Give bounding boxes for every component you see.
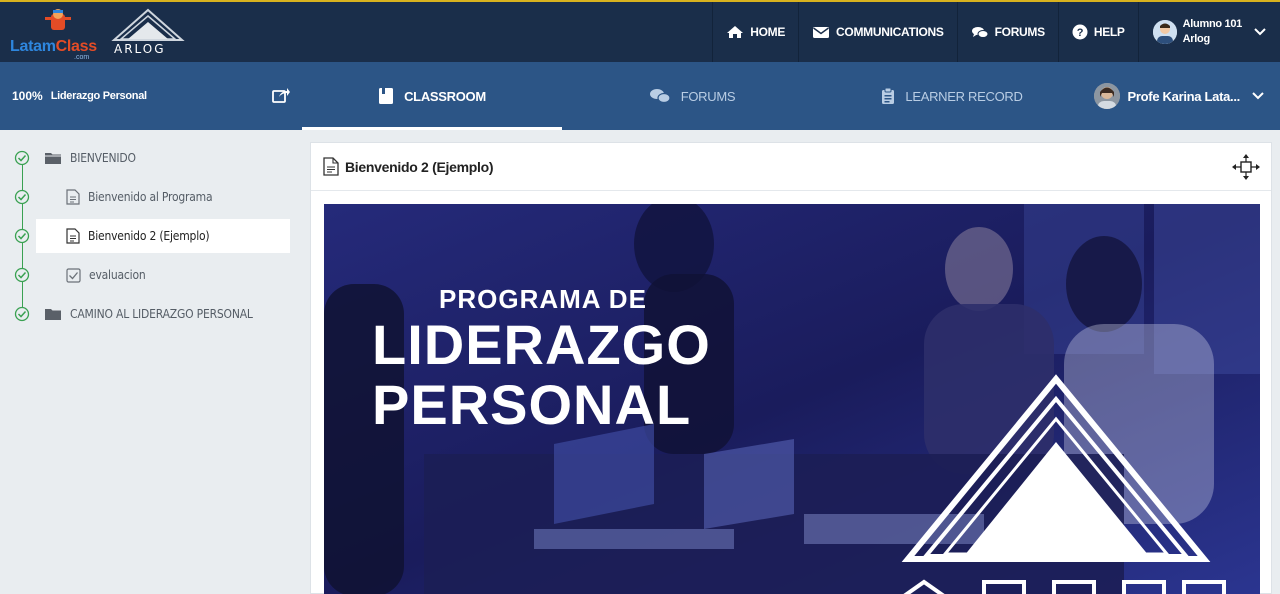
user-name: Alumno 101 xyxy=(1182,18,1243,30)
content-title: Bienvenido 2 (Ejemplo) xyxy=(345,158,494,175)
tab-classroom-label: CLASSROOM xyxy=(404,88,486,104)
chat-bubbles-icon xyxy=(971,26,989,38)
outline-item-camino-al-liderazgo[interactable]: CAMINO AL LIDERAZGO PERSONAL xyxy=(0,297,302,331)
completed-check-icon xyxy=(14,189,30,205)
tab-learner-record[interactable]: LEARNER RECORD xyxy=(822,62,1082,130)
course-bar: 100% Liderazgo Personal CLASSROOM FORUMS xyxy=(0,62,1280,130)
course-title: Liderazgo Personal xyxy=(50,90,147,102)
latamclass-mascot-icon xyxy=(45,9,71,30)
course-progress: 100% xyxy=(12,89,43,103)
nav-help[interactable]: ? HELP xyxy=(1057,2,1138,62)
outline-item-label: CAMINO AL LIDERAZGO PERSONAL xyxy=(70,307,253,321)
course-header: 100% Liderazgo Personal xyxy=(0,62,302,130)
chat-bubbles-icon xyxy=(649,89,671,104)
folder-icon xyxy=(45,309,61,320)
page-icon xyxy=(66,228,80,244)
completed-check-icon xyxy=(14,150,30,166)
outline-item-label: Bienvenido al Programa xyxy=(88,190,213,204)
nav-communications-label: COMMUNICATIONS xyxy=(836,25,944,39)
tab-classroom[interactable]: CLASSROOM xyxy=(302,62,562,130)
tab-forums-label: FORUMS xyxy=(680,88,736,104)
instructor-avatar-icon xyxy=(1093,83,1120,109)
envelope-icon xyxy=(813,26,830,38)
outline-item-bienvenido[interactable]: BIENVENIDO xyxy=(0,141,302,175)
nav-forums[interactable]: FORUMS xyxy=(956,2,1058,62)
nav-home-label: HOME xyxy=(750,25,786,39)
instructor-menu[interactable]: Profe Karina Lata... xyxy=(1093,62,1264,130)
outline-item-bienvenido-2[interactable]: Bienvenido 2 (Ejemplo) xyxy=(0,219,302,253)
nav-help-label: HELP xyxy=(1093,25,1125,39)
course-banner-image: PROGRAMA DE LIDERAZGO PERSONAL xyxy=(324,204,1260,594)
outline-item-label: BIENVENIDO xyxy=(70,151,136,165)
clipboard-icon xyxy=(882,87,895,104)
completed-check-icon xyxy=(14,267,30,283)
tab-forums[interactable]: FORUMS xyxy=(562,62,822,130)
page-icon xyxy=(323,157,339,176)
outline-item-bienvenido-al-programa[interactable]: Bienvenido al Programa xyxy=(0,180,302,214)
home-icon xyxy=(727,26,744,38)
banner-line-1: PROGRAMA DE xyxy=(439,284,647,314)
latamclass-tld: .com xyxy=(74,54,90,61)
arlog-pyramid-icon xyxy=(111,8,185,41)
tab-learner-record-label: LEARNER RECORD xyxy=(905,88,1023,104)
completed-check-icon xyxy=(14,228,30,244)
share-icon[interactable] xyxy=(272,87,290,103)
user-menu[interactable]: Alumno 101 Arlog xyxy=(1137,2,1280,62)
user-names: Alumno 101 Arlog xyxy=(1182,17,1243,47)
user-avatar xyxy=(1152,20,1177,44)
page-icon xyxy=(66,189,80,205)
outline-item-label: Bienvenido 2 (Ejemplo) xyxy=(88,229,210,243)
book-icon xyxy=(379,88,394,104)
outline-item-label: evaluacion xyxy=(89,268,146,282)
banner-line-3: PERSONAL xyxy=(372,373,692,436)
outline-item-evaluacion[interactable]: evaluacion xyxy=(0,258,302,292)
instructor-avatar xyxy=(1093,83,1120,109)
folder-open-icon xyxy=(45,153,61,164)
chevron-down-icon xyxy=(1254,28,1266,36)
chevron-down-icon xyxy=(1252,92,1264,100)
top-header: LatamClass .com ARLOG HOME COMMUNICATION… xyxy=(0,0,1280,62)
checkbox-quiz-icon xyxy=(66,267,81,283)
user-avatar-icon xyxy=(1152,20,1177,44)
banner-line-2: LIDERAZGO xyxy=(372,313,711,376)
arlog-wordmark: ARLOG xyxy=(114,42,166,56)
instructor-name: Profe Karina Lata... xyxy=(1127,88,1241,104)
top-navigation: HOME COMMUNICATIONS FORUMS ? HELP Alumno… xyxy=(712,2,1280,62)
latamclass-logo[interactable]: LatamClass .com xyxy=(8,6,97,61)
content-panel: Bienvenido 2 (Ejemplo) PROGRAMA DE LIDER… xyxy=(310,142,1272,594)
nav-home[interactable]: HOME xyxy=(712,2,798,62)
completed-check-icon xyxy=(14,306,30,322)
question-circle-icon: ? xyxy=(1072,24,1088,40)
arlog-logo[interactable]: ARLOG xyxy=(110,8,186,58)
svg-text:?: ? xyxy=(1077,27,1084,39)
user-org: Arlog xyxy=(1182,33,1211,45)
content-header: Bienvenido 2 (Ejemplo) xyxy=(311,143,1271,191)
nav-forums-label: FORUMS xyxy=(994,25,1046,39)
nav-communications[interactable]: COMMUNICATIONS xyxy=(798,2,957,62)
move-expand-icon[interactable] xyxy=(1231,153,1261,181)
